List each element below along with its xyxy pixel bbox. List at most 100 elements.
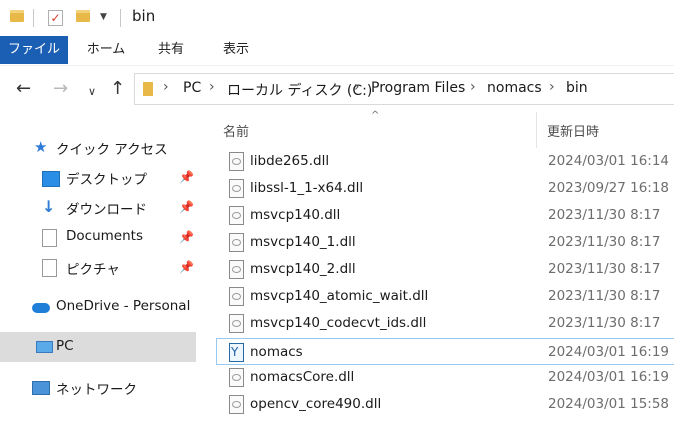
back-arrow-icon[interactable]: ← xyxy=(16,79,31,99)
dll-file-icon xyxy=(229,287,244,306)
nav-label: OneDrive - Personal xyxy=(56,298,191,314)
chevron-right-icon[interactable]: › xyxy=(209,79,215,95)
title-bar: ✓ ▼ bin xyxy=(0,0,674,36)
nav-item-desktop[interactable]: デスクトップ 📌 xyxy=(0,162,196,192)
sort-ascending-icon: ^ xyxy=(371,110,380,121)
nav-label: ネットワーク xyxy=(56,382,137,398)
file-row-selected[interactable]: Y nomacs 2024/03/01 16:19 xyxy=(216,338,674,365)
recent-locations-chevron-icon[interactable]: ∨ xyxy=(88,82,96,102)
file-row[interactable]: msvcp140_1.dll 2023/11/30 8:17 xyxy=(217,229,674,256)
nav-label: Documents xyxy=(66,228,143,244)
file-name: msvcp140_atomic_wait.dll xyxy=(250,288,429,304)
nomacs-app-icon: Y xyxy=(229,343,244,362)
file-name: msvcp140_2.dll xyxy=(250,261,356,277)
file-name: libde265.dll xyxy=(250,153,330,169)
dll-file-icon xyxy=(229,233,244,252)
column-divider[interactable] xyxy=(536,112,537,148)
tab-home[interactable]: ホーム xyxy=(78,36,134,64)
nav-label: PC xyxy=(56,338,74,354)
file-date: 2024/03/01 15:58 xyxy=(548,396,670,412)
file-row[interactable]: opencv_core490.dll 2024/03/01 15:58 xyxy=(217,391,674,418)
file-date: 2024/03/01 16:19 xyxy=(548,369,670,385)
divider xyxy=(33,9,34,27)
file-date: 2023/11/30 8:17 xyxy=(548,207,661,223)
nav-label: クイック アクセス xyxy=(56,142,168,158)
breadcrumb-nomacs[interactable]: nomacs xyxy=(487,80,542,96)
dll-file-icon xyxy=(229,395,244,414)
nav-item-network[interactable]: ネットワーク xyxy=(0,372,196,402)
tab-file[interactable]: ファイル xyxy=(0,36,68,64)
pin-icon[interactable]: 📌 xyxy=(179,260,194,274)
breadcrumb-bin[interactable]: bin xyxy=(566,80,588,96)
folder-icon xyxy=(10,10,24,26)
pictures-icon xyxy=(42,259,57,277)
document-icon xyxy=(42,229,57,247)
file-list: ^ 名前 更新日時 libde265.dll 2024/03/01 16:14 … xyxy=(199,110,674,421)
tab-view[interactable]: 表示 xyxy=(208,36,264,64)
nav-item-downloads[interactable]: ↓ ダウンロード 📌 xyxy=(0,192,196,222)
dll-file-icon xyxy=(229,179,244,198)
chevron-right-icon[interactable]: › xyxy=(354,79,360,95)
file-row[interactable]: msvcp140_2.dll 2023/11/30 8:17 xyxy=(217,256,674,283)
customize-toolbar-chevron-icon[interactable]: ▼ xyxy=(100,12,114,28)
dll-file-icon xyxy=(229,314,244,333)
file-row[interactable]: libssl-1_1-x64.dll 2023/09/27 16:18 xyxy=(217,175,674,202)
cloud-icon xyxy=(32,303,50,313)
column-header-date[interactable]: 更新日時 xyxy=(547,121,599,140)
download-arrow-icon: ↓ xyxy=(42,197,56,216)
file-date: 2023/11/30 8:17 xyxy=(548,261,661,277)
navigation-bar: ← → ∨ ↑ › PC › ローカル ディスク (C:) › Program … xyxy=(0,66,674,112)
file-row[interactable]: libde265.dll 2024/03/01 16:14 xyxy=(217,148,674,175)
address-bar[interactable]: › PC › ローカル ディスク (C:) › Program Files › … xyxy=(134,73,674,105)
breadcrumb-program-files[interactable]: Program Files xyxy=(371,80,465,96)
pin-icon[interactable]: 📌 xyxy=(179,170,194,184)
nav-label: ダウンロード xyxy=(66,202,147,218)
file-row[interactable]: nomacsCore.dll 2024/03/01 16:19 xyxy=(217,364,674,391)
up-arrow-icon[interactable]: ↑ xyxy=(110,79,125,99)
file-date: 2023/11/30 8:17 xyxy=(548,234,661,250)
network-icon xyxy=(32,381,50,395)
new-folder-icon[interactable] xyxy=(76,10,90,26)
file-date: 2023/11/30 8:17 xyxy=(548,288,661,304)
file-row[interactable]: msvcp140.dll 2023/11/30 8:17 xyxy=(217,202,674,229)
nav-item-onedrive[interactable]: OneDrive - Personal xyxy=(0,292,196,322)
pin-icon[interactable]: 📌 xyxy=(179,200,194,214)
nav-item-quick-access[interactable]: ★ クイック アクセス xyxy=(0,132,196,162)
chevron-right-icon[interactable]: › xyxy=(549,79,555,95)
divider xyxy=(120,9,121,27)
chevron-right-icon[interactable]: › xyxy=(163,79,169,95)
nav-item-pictures[interactable]: ピクチャ 📌 xyxy=(0,252,196,282)
pin-icon[interactable]: 📌 xyxy=(179,230,194,244)
folder-icon xyxy=(143,82,153,96)
dll-file-icon xyxy=(229,152,244,171)
nav-item-pc[interactable]: PC xyxy=(0,332,196,362)
forward-arrow-icon[interactable]: → xyxy=(53,79,68,99)
properties-icon[interactable]: ✓ xyxy=(48,10,63,26)
file-name: opencv_core490.dll xyxy=(250,396,382,412)
breadcrumb-pc[interactable]: PC xyxy=(183,80,201,96)
file-name: nomacsCore.dll xyxy=(250,369,355,385)
window-title: bin xyxy=(132,7,156,25)
nav-label: ピクチャ xyxy=(66,262,120,278)
tab-share[interactable]: 共有 xyxy=(145,36,197,64)
file-row[interactable]: msvcp140_codecvt_ids.dll 2023/11/30 8:17 xyxy=(217,310,674,337)
column-header-name[interactable]: 名前 xyxy=(223,121,249,140)
file-name: msvcp140_codecvt_ids.dll xyxy=(250,315,427,331)
computer-icon xyxy=(36,341,53,353)
ribbon-tabs: ファイル ホーム 共有 表示 xyxy=(0,36,674,66)
nav-item-documents[interactable]: Documents 📌 xyxy=(0,222,196,252)
file-name: nomacs xyxy=(250,344,303,360)
file-name: msvcp140_1.dll xyxy=(250,234,356,250)
nav-label: デスクトップ xyxy=(66,172,147,188)
file-date: 2024/03/01 16:19 xyxy=(548,344,670,360)
dll-file-icon xyxy=(229,368,244,387)
file-date: 2024/03/01 16:14 xyxy=(548,153,670,169)
breadcrumb-local-disk[interactable]: ローカル ディスク (C:) xyxy=(227,80,372,100)
file-row[interactable]: msvcp140_atomic_wait.dll 2023/11/30 8:17 xyxy=(217,283,674,310)
chevron-right-icon[interactable]: › xyxy=(470,79,476,95)
file-name: libssl-1_1-x64.dll xyxy=(250,180,364,196)
file-date: 2023/11/30 8:17 xyxy=(548,315,661,331)
navigation-pane: ★ クイック アクセス デスクトップ 📌 ↓ ダウンロード 📌 Document… xyxy=(0,112,197,421)
star-icon: ★ xyxy=(34,138,48,156)
file-name: msvcp140.dll xyxy=(250,207,341,223)
